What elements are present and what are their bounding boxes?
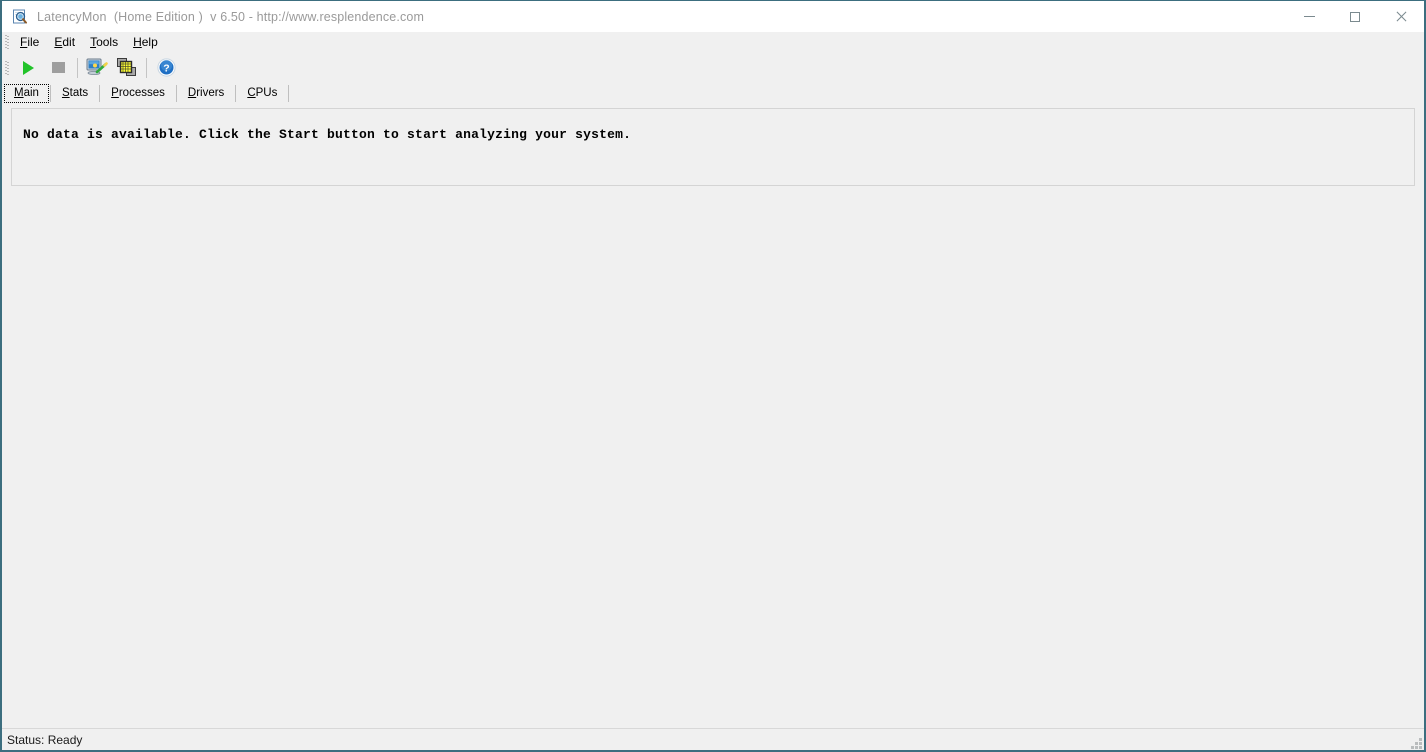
info-panel: No data is available. Click the Start bu… bbox=[11, 108, 1415, 186]
menu-grip-handle[interactable] bbox=[4, 34, 10, 50]
maximize-button[interactable] bbox=[1332, 1, 1378, 32]
help-circle-icon: ? bbox=[156, 58, 176, 77]
main-content-area: No data is available. Click the Start bu… bbox=[2, 104, 1424, 728]
report-button[interactable] bbox=[82, 54, 112, 82]
start-button[interactable] bbox=[13, 54, 43, 82]
stop-button[interactable] bbox=[43, 54, 73, 82]
minimize-icon bbox=[1303, 16, 1315, 17]
title-bar: LatencyMon (Home Edition ) v 6.50 - http… bbox=[2, 1, 1424, 32]
cascade-windows-icon bbox=[117, 58, 137, 77]
tab-stats[interactable]: Stats bbox=[51, 83, 99, 104]
status-text: Status: Ready bbox=[7, 732, 83, 747]
monitor-wand-icon bbox=[86, 58, 108, 78]
close-icon bbox=[1395, 11, 1407, 23]
no-data-message: No data is available. Click the Start bu… bbox=[23, 127, 632, 142]
latencymon-window: LatencyMon (Home Edition ) v 6.50 - http… bbox=[0, 0, 1426, 752]
svg-text:?: ? bbox=[163, 62, 169, 74]
window-title: LatencyMon (Home Edition ) v 6.50 - http… bbox=[37, 9, 425, 24]
status-bar: Status: Ready bbox=[2, 728, 1424, 750]
menu-item-tools[interactable]: Tools bbox=[83, 33, 126, 52]
close-button[interactable] bbox=[1378, 1, 1424, 32]
menu-bar: File Edit Tools Help bbox=[2, 32, 1424, 52]
app-icon bbox=[12, 9, 28, 25]
menu-label-help-rest: elp bbox=[141, 34, 158, 49]
windows-button[interactable] bbox=[112, 54, 142, 82]
menu-item-file[interactable]: File bbox=[13, 33, 47, 52]
maximize-icon bbox=[1350, 11, 1360, 22]
tab-main[interactable]: Main bbox=[3, 83, 50, 104]
menu-label-file-rest: ile bbox=[27, 34, 40, 49]
window-controls bbox=[1286, 1, 1424, 32]
toolbar-separator-2 bbox=[146, 57, 147, 78]
tab-drivers[interactable]: Drivers bbox=[177, 83, 235, 104]
toolbar-separator-1 bbox=[77, 57, 78, 78]
tab-label-stats-rest: tats bbox=[69, 87, 89, 99]
tab-label-main-rest: ain bbox=[23, 87, 39, 99]
tool-bar: ? bbox=[2, 52, 1424, 83]
play-icon bbox=[22, 60, 34, 75]
toolbar-grip-handle[interactable] bbox=[4, 59, 10, 76]
menu-label-edit-rest: dit bbox=[62, 34, 76, 49]
tab-cpus[interactable]: C PUs bbox=[236, 83, 288, 104]
tab-processes[interactable]: Processes bbox=[100, 83, 176, 104]
tab-label-cpus-rest: PUs bbox=[255, 87, 278, 99]
minimize-button[interactable] bbox=[1286, 1, 1332, 32]
tab-bar: Main Stats Processes Drivers C PUs bbox=[2, 83, 1424, 104]
help-button[interactable]: ? bbox=[151, 54, 181, 82]
menu-label-tools-rest: ools bbox=[96, 34, 119, 49]
resize-grip[interactable] bbox=[1409, 736, 1422, 749]
tab-label-processes-rest: rocesses bbox=[118, 87, 165, 99]
menu-item-help[interactable]: Help bbox=[126, 33, 166, 52]
tab-divider-5 bbox=[288, 85, 290, 102]
tab-label-drivers-rest: rivers bbox=[196, 87, 225, 99]
stop-icon bbox=[51, 62, 65, 73]
menu-item-edit[interactable]: Edit bbox=[47, 33, 83, 52]
